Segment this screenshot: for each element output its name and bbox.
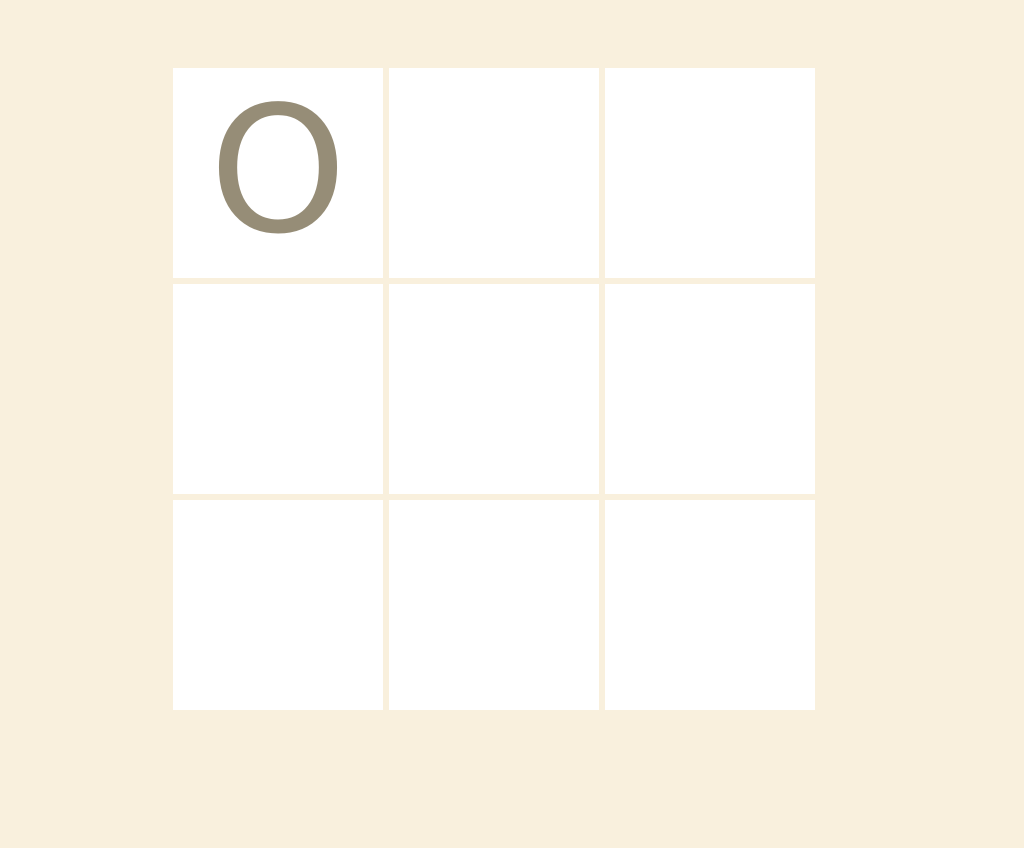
cell-mark (605, 284, 815, 494)
cell-mark (173, 500, 383, 710)
cell-3-3[interactable] (605, 500, 815, 710)
cell-mark (605, 500, 815, 710)
cell-3-1[interactable] (173, 500, 383, 710)
cell-2-3[interactable] (605, 284, 815, 494)
game-board: O (173, 68, 815, 710)
mark-glyph: O (209, 69, 347, 273)
cell-mark (173, 284, 383, 494)
cell-2-1[interactable] (173, 284, 383, 494)
cell-mark: O (173, 68, 383, 278)
cell-1-2[interactable] (389, 68, 599, 278)
cell-3-2[interactable] (389, 500, 599, 710)
cell-1-3[interactable] (605, 68, 815, 278)
cell-mark (605, 68, 815, 278)
cell-mark (389, 68, 599, 278)
cell-1-1[interactable]: O (173, 68, 383, 278)
cell-mark (389, 500, 599, 710)
cell-2-2[interactable] (389, 284, 599, 494)
cell-mark (389, 284, 599, 494)
